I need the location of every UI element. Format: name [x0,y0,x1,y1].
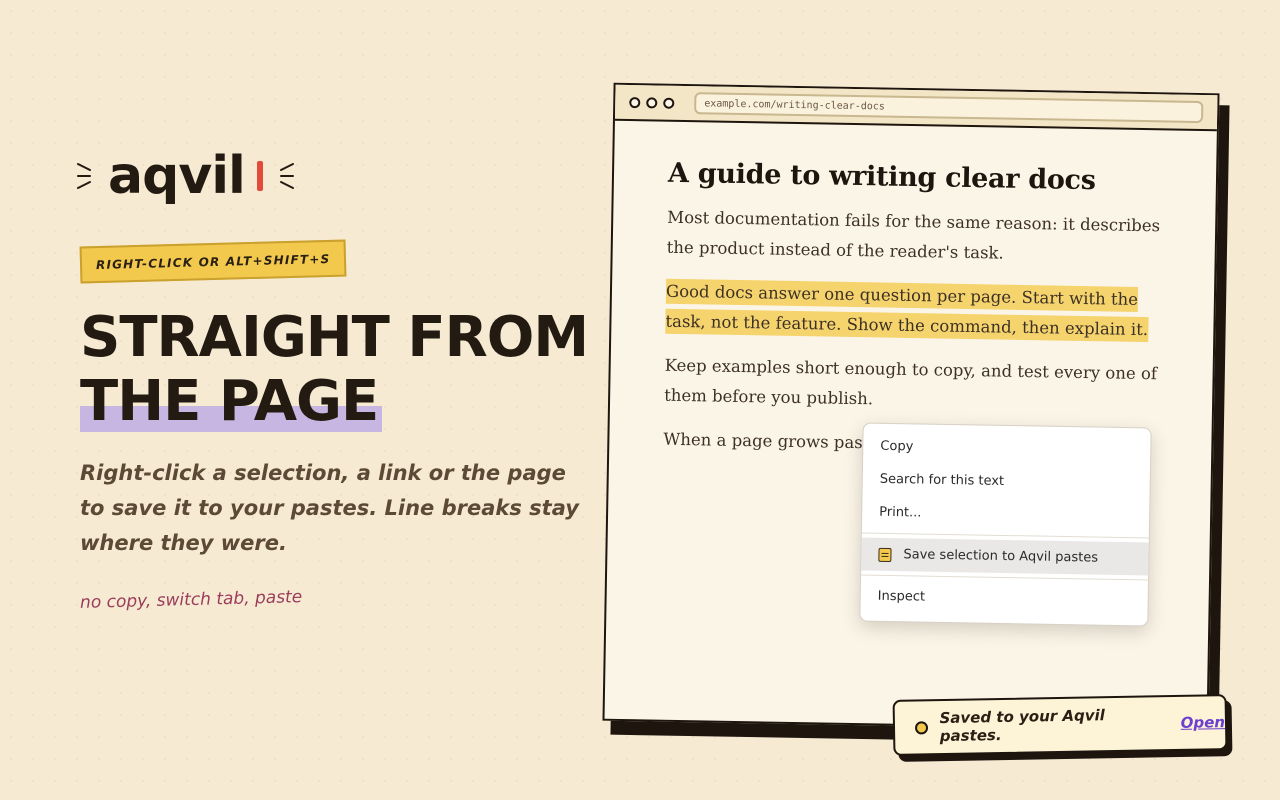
menu-item-label: Save selection to Aqvil pastes [903,547,1099,566]
window-dot-close[interactable] [629,96,641,108]
headline-line-1: Straight from [80,305,589,370]
menu-item-save-to-aqvil[interactable]: Save selection to Aqvil pastes [861,537,1149,576]
menu-item-label: Search for this text [879,471,1005,489]
menu-item-print[interactable]: Print... [862,495,1150,533]
spark-right-icon [279,163,294,189]
headline-line-2: the page [80,369,383,434]
spark-left-icon [77,163,91,189]
menu-item-label: Inspect [877,588,926,605]
shortcut-tag: Right-click or Alt+Shift+S [79,239,347,284]
window-dot-minimize[interactable] [646,96,658,109]
brand-wordmark: aqvil [108,146,246,206]
selected-text[interactable]: Good docs answer one question per page. … [665,278,1149,343]
menu-item-search[interactable]: Search for this text [862,463,1150,501]
menu-item-label: Print... [879,504,922,521]
article-paragraph-2[interactable]: Good docs answer one question per page. … [665,277,1164,346]
brand-accent-bar [256,161,263,191]
brand-logo: aqvil [76,150,295,202]
menu-item-copy[interactable]: Copy [863,430,1151,468]
paste-note-icon [878,547,892,562]
menu-item-inspect[interactable]: Inspect [860,579,1148,617]
status-dot-icon [914,720,928,735]
page-headline: Straight from the page [80,305,589,434]
context-menu: Copy Search for this text Print... Save … [859,422,1152,627]
browser-window: example.com/writing-clear-docs A guide t… [602,82,1220,732]
address-bar[interactable]: example.com/writing-clear-docs [694,92,1204,124]
article-title: A guide to writing clear docs [667,157,1096,197]
toast-message: Saved to your Aqvil pastes. [939,706,1105,746]
article-paragraph-3: Keep examples short enough to copy, and … [664,355,1158,409]
article-paragraph-1: Most documentation fails for the same re… [666,207,1161,263]
menu-item-label: Copy [880,438,914,455]
hero-note: no copy, switch tab, paste [79,587,303,613]
saved-toast: Saved to your Aqvil pastes. Open [892,694,1228,756]
article: A guide to writing clear docs Most docum… [609,121,1217,464]
window-dot-maximize[interactable] [663,97,675,109]
hero-subtitle: Right-click a selection, a link or the p… [80,461,579,555]
toast-open-link[interactable]: Open [1180,713,1225,732]
headline-line-2-text: the page [80,369,379,434]
